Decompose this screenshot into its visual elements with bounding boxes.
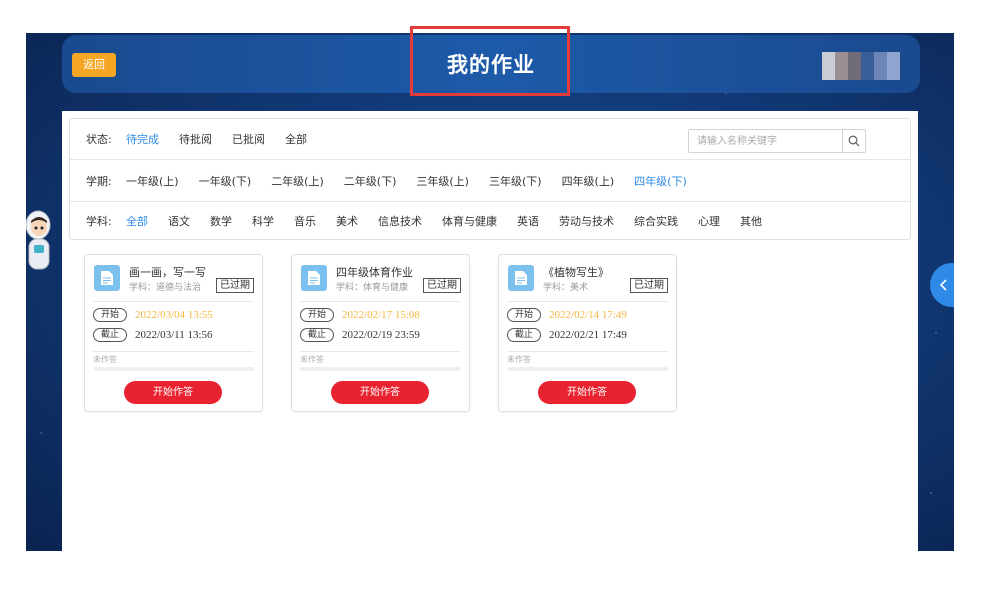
start-answer-button[interactable]: 开始作答 xyxy=(538,381,636,404)
subject-filter-row: 学科: 全部 语文 数学 科学 音乐 美术 信息技术 体育与健康 英语 劳动与技… xyxy=(70,201,910,241)
app-window: 返回 我的作业 状态: 待完成 待批阅 已批阅 全部 请输入名称关键字 学期: … xyxy=(26,33,954,551)
divider xyxy=(300,351,461,352)
assignment-subject: 学科：体育与健康 xyxy=(336,283,409,293)
assignment-title: 四年级体育作业 xyxy=(336,266,413,279)
start-time: 2022/02/14 17:49 xyxy=(549,309,627,321)
start-tag: 开始 xyxy=(93,308,128,322)
subject-filter-label: 学科: xyxy=(86,215,112,228)
subject-option[interactable]: 科学 xyxy=(252,213,274,229)
chevron-left-icon xyxy=(939,279,947,291)
end-time: 2022/02/19 23:59 xyxy=(342,329,420,341)
end-tag: 截止 xyxy=(300,328,335,342)
answer-status: 未作答 xyxy=(93,355,117,364)
answer-status: 未作答 xyxy=(507,355,531,364)
start-time-row: 开始 2022/02/14 17:49 xyxy=(507,308,627,322)
subject-option[interactable]: 综合实践 xyxy=(634,213,678,229)
semester-option[interactable]: 二年级(上) xyxy=(271,173,324,189)
start-tag: 开始 xyxy=(300,308,335,322)
document-icon xyxy=(94,265,120,291)
divider xyxy=(507,301,668,302)
answer-status: 未作答 xyxy=(300,355,324,364)
subject-option[interactable]: 信息技术 xyxy=(378,213,422,229)
subject-option[interactable]: 体育与健康 xyxy=(442,213,497,229)
assignment-title: 《植物写生》 xyxy=(543,266,609,279)
status-option-reviewed[interactable]: 已批阅 xyxy=(232,131,265,147)
progress-bar xyxy=(300,367,461,371)
avatar[interactable] xyxy=(822,52,902,80)
status-filter-row: 状态: 待完成 待批阅 已批阅 全部 xyxy=(70,119,910,160)
divider xyxy=(93,351,254,352)
status-option-awaiting-review[interactable]: 待批阅 xyxy=(179,131,212,147)
end-tag: 截止 xyxy=(93,328,128,342)
filter-panel: 状态: 待完成 待批阅 已批阅 全部 学期: 一年级(上) xyxy=(69,118,911,240)
semester-option[interactable]: 四年级(上) xyxy=(562,173,615,189)
subject-option[interactable]: 英语 xyxy=(517,213,539,229)
end-time-row: 截止 2022/02/19 23:59 xyxy=(300,328,420,342)
start-tag: 开始 xyxy=(507,308,542,322)
main-panel: 状态: 待完成 待批阅 已批阅 全部 学期: 一年级(上) xyxy=(62,111,918,551)
assignment-card[interactable]: 《植物写生》 学科：美术 已过期 开始 2022/02/14 17:49 截止 … xyxy=(498,254,677,412)
progress-bar xyxy=(507,367,668,371)
semester-option[interactable]: 一年级(下) xyxy=(199,173,252,189)
end-time: 2022/02/21 17:49 xyxy=(549,329,627,341)
status-filter-label: 状态: xyxy=(86,133,112,146)
start-time-row: 开始 2022/03/04 13:55 xyxy=(93,308,213,322)
expired-badge: 已过期 xyxy=(630,278,668,293)
assignment-subject: 学科：美术 xyxy=(543,283,589,293)
expired-badge: 已过期 xyxy=(216,278,254,293)
mascot-image xyxy=(26,205,52,277)
subject-option-selected[interactable]: 全部 xyxy=(126,213,148,229)
start-answer-button[interactable]: 开始作答 xyxy=(331,381,429,404)
semester-option[interactable]: 二年级(下) xyxy=(344,173,397,189)
semester-filter-row: 学期: 一年级(上) 一年级(下) 二年级(上) 二年级(下) 三年级(上) 三… xyxy=(70,161,910,202)
assignment-subject: 学科：道德与法治 xyxy=(129,283,202,293)
end-time: 2022/03/11 13:56 xyxy=(135,329,213,341)
end-time-row: 截止 2022/02/21 17:49 xyxy=(507,328,627,342)
divider xyxy=(300,301,461,302)
search-button[interactable] xyxy=(842,130,865,152)
search-input[interactable] xyxy=(689,130,842,152)
semester-option-selected[interactable]: 四年级(下) xyxy=(634,173,687,189)
end-tag: 截止 xyxy=(507,328,542,342)
search-box xyxy=(688,129,866,153)
highlight-box xyxy=(410,26,570,96)
status-option-pending[interactable]: 待完成 xyxy=(126,131,159,147)
assignment-title: 画一画，写一写 xyxy=(129,266,206,279)
semester-option[interactable]: 一年级(上) xyxy=(126,173,179,189)
subject-option[interactable]: 其他 xyxy=(740,213,762,229)
expired-badge: 已过期 xyxy=(423,278,461,293)
start-answer-button[interactable]: 开始作答 xyxy=(124,381,222,404)
semester-option[interactable]: 三年级(下) xyxy=(489,173,542,189)
progress-bar xyxy=(93,367,254,371)
document-icon xyxy=(301,265,327,291)
subject-option[interactable]: 数学 xyxy=(210,213,232,229)
semester-filter-label: 学期: xyxy=(86,175,112,188)
start-time-row: 开始 2022/02/17 15:08 xyxy=(300,308,420,322)
document-icon xyxy=(508,265,534,291)
end-time-row: 截止 2022/03/11 13:56 xyxy=(93,328,213,342)
subject-option[interactable]: 劳动与技术 xyxy=(559,213,614,229)
assignment-card[interactable]: 四年级体育作业 学科：体育与健康 已过期 开始 2022/02/17 15:08… xyxy=(291,254,470,412)
assignment-card[interactable]: 画一画，写一写 学科：道德与法治 已过期 开始 2022/03/04 13:55… xyxy=(84,254,263,412)
status-option-all[interactable]: 全部 xyxy=(285,131,307,147)
divider xyxy=(93,301,254,302)
start-time: 2022/02/17 15:08 xyxy=(342,309,420,321)
semester-option[interactable]: 三年级(上) xyxy=(416,173,469,189)
subject-option[interactable]: 语文 xyxy=(168,213,190,229)
divider xyxy=(507,351,668,352)
subject-option[interactable]: 音乐 xyxy=(294,213,316,229)
subject-option[interactable]: 美术 xyxy=(336,213,358,229)
start-time: 2022/03/04 13:55 xyxy=(135,309,213,321)
subject-option[interactable]: 心理 xyxy=(698,213,720,229)
search-icon xyxy=(848,135,860,147)
